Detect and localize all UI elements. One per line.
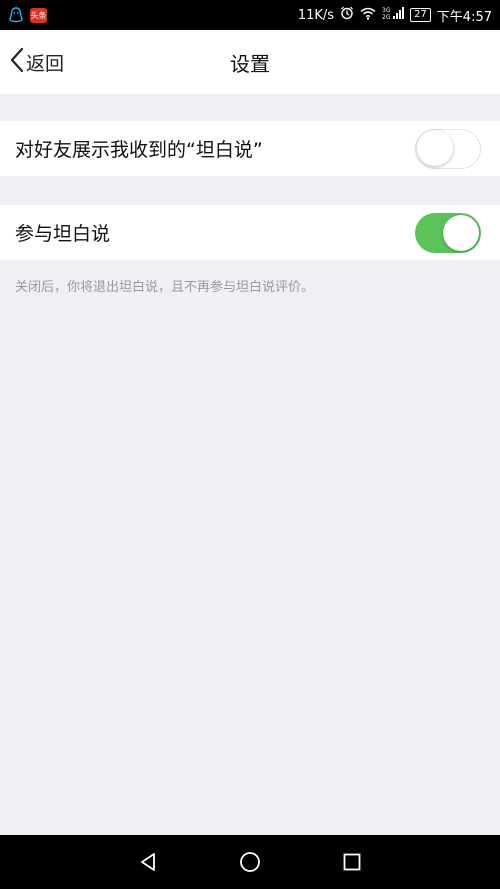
back-label: 返回 — [26, 52, 65, 75]
back-button[interactable]: 返回 — [10, 30, 64, 94]
setting-label-show-to-friends: 对好友展示我收到的“坦白说” — [15, 139, 263, 161]
back-triangle-icon[interactable] — [132, 846, 164, 878]
setting-label-participate: 参与坦白说 — [15, 223, 111, 245]
setting-row-participate: 参与坦白说 — [0, 205, 500, 260]
signal-icon: 3G 2G — [382, 6, 405, 24]
alarm-icon — [340, 6, 354, 24]
chevron-left-icon — [10, 47, 26, 78]
system-navigation-bar — [0, 835, 500, 889]
app-notification-icon — [8, 7, 24, 23]
home-circle-icon[interactable] — [234, 846, 266, 878]
show-to-friends-toggle[interactable] — [415, 128, 481, 169]
status-left: 头条 — [8, 7, 47, 23]
participate-toggle[interactable] — [415, 212, 481, 253]
svg-text:3G: 3G — [382, 7, 391, 14]
status-right: 11K/s 3G 2G 27 下午4:57 — [298, 6, 492, 25]
status-bar: 头条 11K/s 3G 2G 27 下午4:57 — [0, 0, 500, 30]
page-title: 设置 — [230, 51, 270, 76]
toggle-knob — [443, 214, 479, 251]
toggle-knob — [417, 130, 453, 166]
recents-square-icon[interactable] — [336, 846, 368, 878]
battery-indicator: 27 — [410, 8, 431, 22]
setting-row-show-to-friends: 对好友展示我收到的“坦白说” — [0, 121, 500, 176]
network-speed: 11K/s — [297, 7, 335, 23]
status-time: 下午4:57 — [436, 9, 492, 25]
navigation-bar: 返回 设置 — [0, 30, 500, 94]
news-app-icon: 头条 — [30, 7, 47, 23]
svg-text:2G: 2G — [382, 14, 391, 20]
wifi-icon — [360, 7, 376, 24]
setting-hint-text: 关闭后，你将退出坦白说，且不再参与坦白说评价。 — [15, 280, 315, 295]
